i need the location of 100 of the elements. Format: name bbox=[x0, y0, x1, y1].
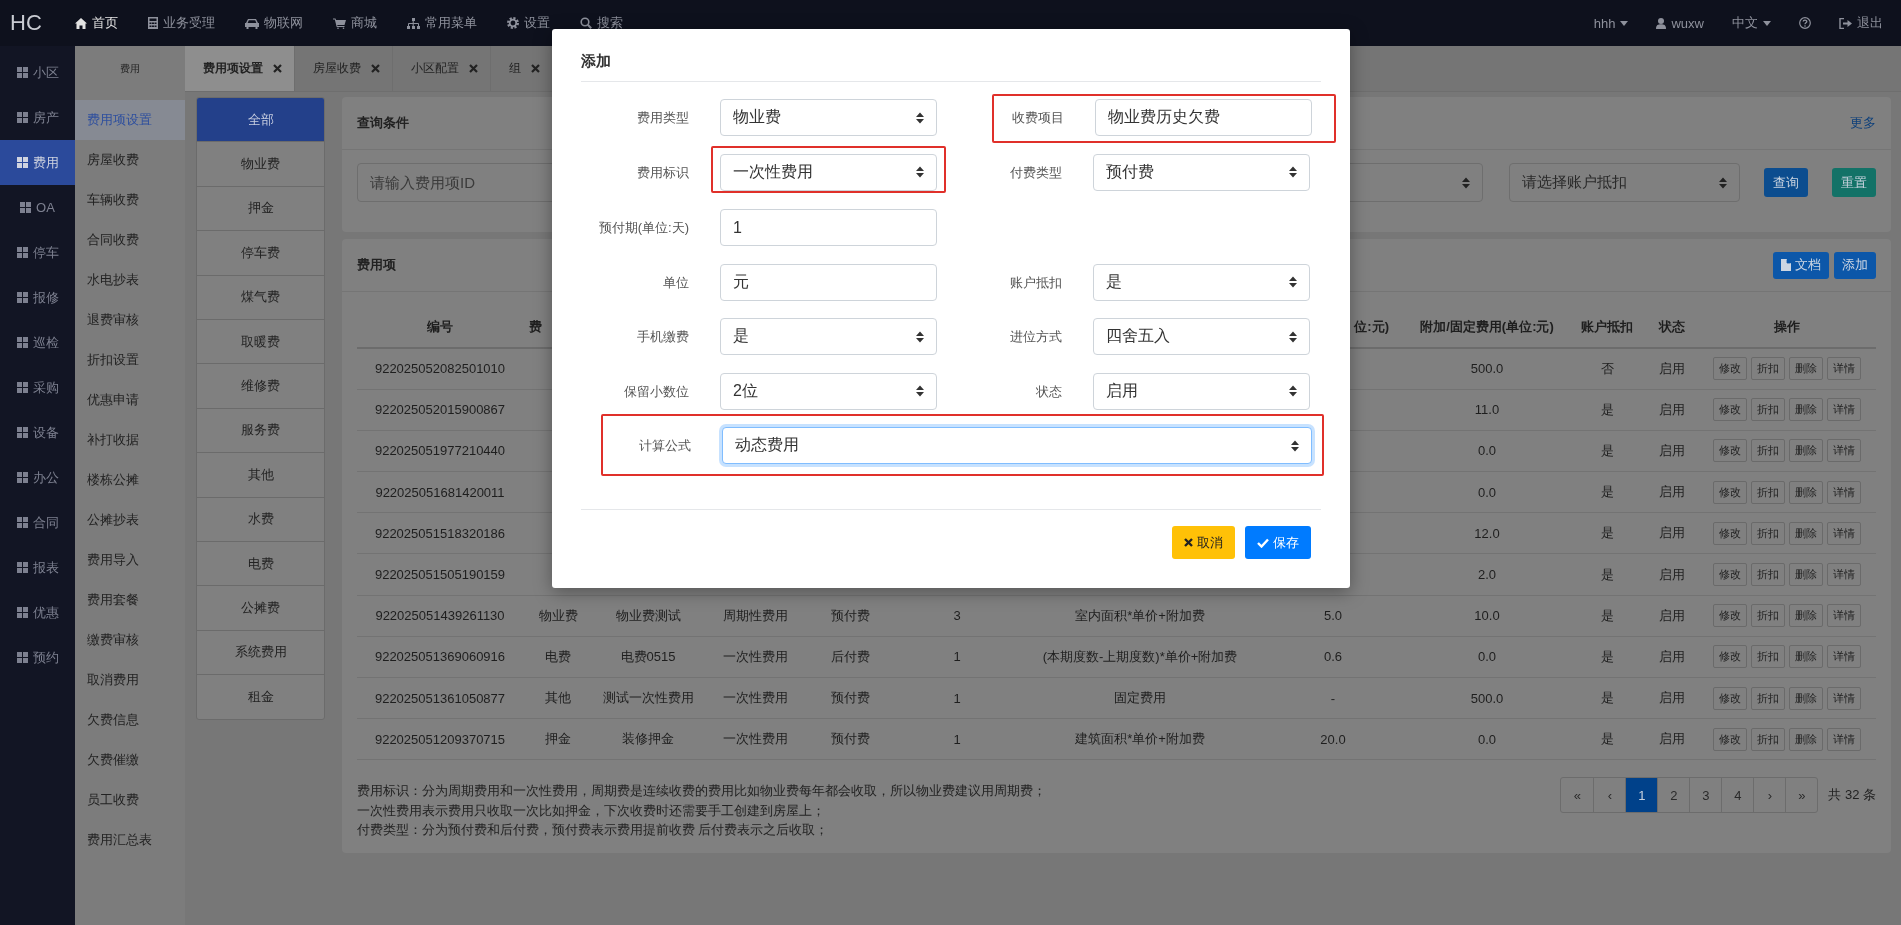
app-logo[interactable]: HC bbox=[10, 10, 75, 36]
row-action-button[interactable]: 删除 bbox=[1788, 398, 1823, 422]
page-link[interactable]: 4 bbox=[1721, 778, 1754, 813]
submenu-item[interactable]: 费用项设置 bbox=[75, 100, 185, 140]
sidebar-item[interactable]: 停车 bbox=[0, 230, 75, 275]
category-item[interactable]: 公摊费 bbox=[197, 586, 324, 631]
sidebar-item[interactable]: 房产 bbox=[0, 95, 75, 140]
submenu-item[interactable]: 补打收据 bbox=[75, 420, 185, 460]
row-action-button[interactable]: 删除 bbox=[1788, 357, 1823, 381]
row-action-button[interactable]: 删除 bbox=[1788, 521, 1823, 545]
row-action-button[interactable]: 详情 bbox=[1826, 357, 1861, 381]
submenu-item[interactable]: 缴费审核 bbox=[75, 620, 185, 660]
logout-link[interactable]: 退出 bbox=[1839, 14, 1883, 32]
submenu-item[interactable]: 水电抄表 bbox=[75, 260, 185, 300]
page-link[interactable]: › bbox=[1753, 778, 1786, 813]
row-action-button[interactable]: 详情 bbox=[1826, 439, 1861, 463]
sidebar-item[interactable]: 巡检 bbox=[0, 320, 75, 365]
row-action-button[interactable]: 折扣 bbox=[1750, 686, 1785, 710]
reset-button[interactable]: 重置 bbox=[1832, 168, 1876, 197]
close-icon[interactable] bbox=[531, 64, 540, 73]
category-item[interactable]: 维修费 bbox=[197, 364, 324, 409]
submenu-item[interactable]: 费用导入 bbox=[75, 540, 185, 580]
row-action-button[interactable]: 折扣 bbox=[1750, 727, 1785, 751]
submenu-item[interactable]: 费用汇总表 bbox=[75, 820, 185, 860]
input-field[interactable]: 元 bbox=[720, 263, 937, 301]
save-button[interactable]: 保存 bbox=[1245, 526, 1311, 559]
category-item[interactable]: 物业费 bbox=[197, 142, 324, 187]
select-field[interactable]: 启用 bbox=[1093, 372, 1310, 410]
sidebar-item[interactable]: 报表 bbox=[0, 545, 75, 590]
select-field[interactable]: 一次性费用 bbox=[720, 153, 937, 191]
page-link[interactable]: 1 bbox=[1625, 778, 1658, 813]
row-action-button[interactable]: 修改 bbox=[1712, 480, 1747, 504]
select-field[interactable]: 预付费 bbox=[1093, 153, 1310, 191]
submenu-item[interactable]: 取消费用 bbox=[75, 660, 185, 700]
row-action-button[interactable]: 折扣 bbox=[1750, 521, 1785, 545]
submenu-item[interactable]: 房屋收费 bbox=[75, 140, 185, 180]
row-action-button[interactable]: 详情 bbox=[1826, 727, 1861, 751]
row-action-button[interactable]: 详情 bbox=[1826, 480, 1861, 504]
cancel-button[interactable]: 取消 bbox=[1172, 526, 1235, 559]
row-action-button[interactable]: 详情 bbox=[1826, 521, 1861, 545]
submenu-item[interactable]: 车辆收费 bbox=[75, 180, 185, 220]
select-field[interactable]: 四舍五入 bbox=[1093, 318, 1310, 355]
add-button[interactable]: 添加 bbox=[1834, 251, 1876, 279]
page-link[interactable]: » bbox=[1785, 778, 1818, 813]
row-action-button[interactable]: 折扣 bbox=[1750, 398, 1785, 422]
submenu-item[interactable]: 折扣设置 bbox=[75, 340, 185, 380]
sidebar-item[interactable]: 采购 bbox=[0, 365, 75, 410]
nav-link[interactable]: 商城 bbox=[333, 14, 377, 32]
input-field[interactable]: 物业费历史欠费 bbox=[1095, 99, 1312, 136]
submenu-item[interactable]: 楼栋公摊 bbox=[75, 460, 185, 500]
row-action-button[interactable]: 删除 bbox=[1788, 563, 1823, 587]
account-menu[interactable]: hhh bbox=[1593, 15, 1629, 31]
search-button[interactable]: 查询 bbox=[1764, 168, 1808, 197]
help-icon[interactable] bbox=[1799, 17, 1811, 29]
category-item[interactable]: 其他 bbox=[197, 453, 324, 498]
row-action-button[interactable]: 修改 bbox=[1712, 521, 1747, 545]
nav-link[interactable]: 搜索 bbox=[580, 14, 623, 32]
select-field[interactable]: 是 bbox=[720, 318, 937, 355]
submenu-item[interactable]: 公摊抄表 bbox=[75, 500, 185, 540]
nav-link[interactable]: 物联网 bbox=[245, 14, 303, 32]
sidebar-item[interactable]: 小区 bbox=[0, 50, 75, 95]
row-action-button[interactable]: 修改 bbox=[1712, 727, 1747, 751]
category-item[interactable]: 煤气费 bbox=[197, 275, 324, 320]
row-action-button[interactable]: 折扣 bbox=[1750, 439, 1785, 463]
nav-link[interactable]: 首页 bbox=[75, 14, 118, 32]
nav-link[interactable]: 设置 bbox=[507, 14, 550, 32]
category-item[interactable]: 系统费用 bbox=[197, 630, 324, 676]
sidebar-item[interactable]: 办公 bbox=[0, 455, 75, 500]
row-action-button[interactable]: 修改 bbox=[1712, 645, 1747, 669]
category-item[interactable]: 取暖费 bbox=[197, 319, 324, 365]
row-action-button[interactable]: 修改 bbox=[1712, 357, 1747, 381]
sidebar-item[interactable]: 合同 bbox=[0, 500, 75, 545]
row-action-button[interactable]: 删除 bbox=[1788, 727, 1823, 751]
select-field[interactable]: 动态费用 bbox=[722, 427, 1312, 464]
sidebar-item[interactable]: 报修 bbox=[0, 275, 75, 320]
page-link[interactable]: « bbox=[1561, 778, 1594, 813]
row-action-button[interactable]: 折扣 bbox=[1750, 563, 1785, 587]
category-item[interactable]: 停车费 bbox=[197, 231, 324, 276]
nav-link[interactable]: 常用菜单 bbox=[407, 14, 477, 32]
submenu-item[interactable]: 欠费催缴 bbox=[75, 740, 185, 780]
category-item[interactable]: 全部 bbox=[197, 98, 324, 143]
submenu-item[interactable]: 员工收费 bbox=[75, 780, 185, 820]
select-field[interactable]: 是 bbox=[1093, 263, 1310, 301]
row-action-button[interactable]: 详情 bbox=[1826, 398, 1861, 422]
row-action-button[interactable]: 修改 bbox=[1712, 398, 1747, 422]
select-field[interactable]: 请选择账户抵扣 bbox=[1509, 163, 1740, 202]
nav-link[interactable]: 业务受理 bbox=[148, 14, 215, 32]
close-icon[interactable] bbox=[273, 64, 282, 73]
tab[interactable]: 房屋收费 bbox=[295, 46, 393, 91]
category-item[interactable]: 服务费 bbox=[197, 408, 324, 454]
row-action-button[interactable]: 修改 bbox=[1712, 686, 1747, 710]
sidebar-item[interactable]: 预约 bbox=[0, 635, 75, 680]
submenu-item[interactable]: 退费审核 bbox=[75, 300, 185, 340]
document-button[interactable]: 文档 bbox=[1773, 251, 1829, 279]
submenu-item[interactable]: 合同收费 bbox=[75, 220, 185, 260]
row-action-button[interactable]: 修改 bbox=[1712, 439, 1747, 463]
sidebar-item[interactable]: OA bbox=[0, 185, 75, 230]
row-action-button[interactable]: 详情 bbox=[1826, 686, 1861, 710]
sidebar-item[interactable]: 设备 bbox=[0, 410, 75, 455]
select-field[interactable]: 物业费 bbox=[720, 99, 937, 136]
